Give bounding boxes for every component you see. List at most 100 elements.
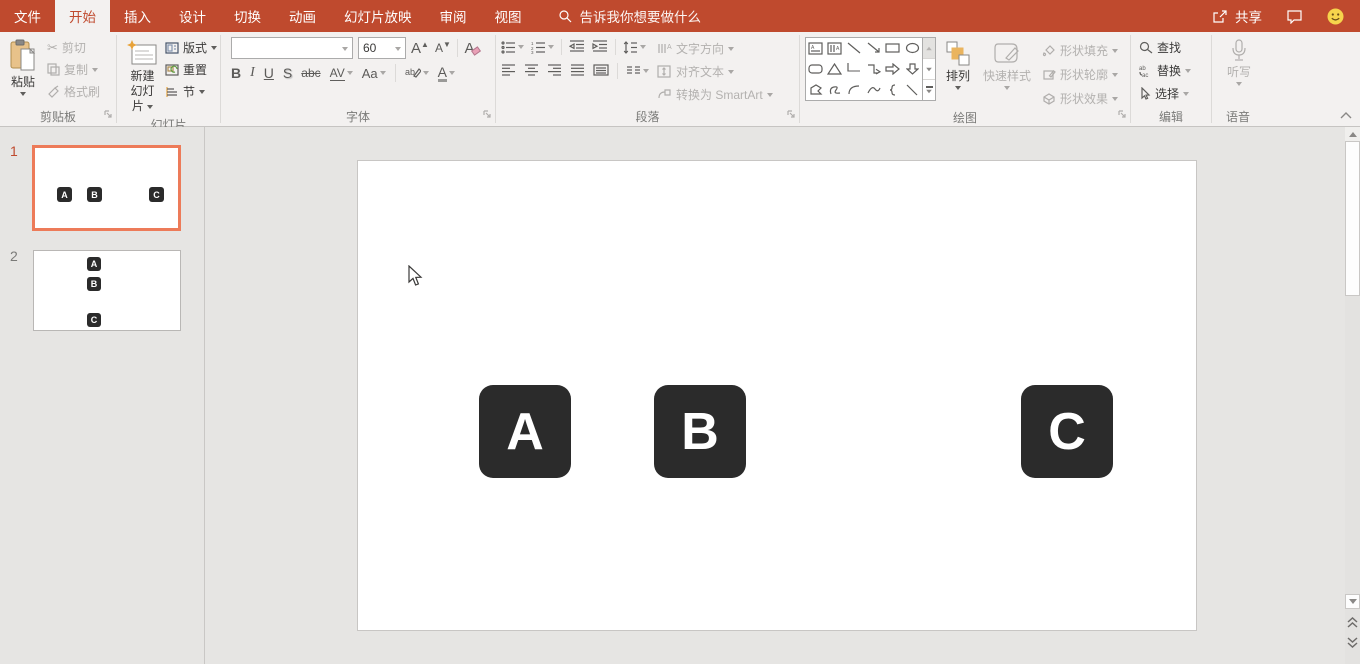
paragraph-dialog-launcher[interactable] (787, 108, 796, 122)
section-dropdown[interactable] (199, 90, 205, 94)
find-button[interactable]: 查找 (1139, 37, 1208, 58)
strikethrough-button[interactable]: abc (301, 66, 320, 80)
format-painter-button[interactable]: 格式刷 (47, 81, 100, 102)
layout-dropdown[interactable] (211, 46, 217, 50)
shape-outline-dropdown[interactable] (1112, 73, 1118, 77)
font-size-combobox[interactable]: 60 (358, 37, 406, 59)
tab-insert[interactable]: 插入 (110, 0, 165, 32)
shape-curve-icon[interactable] (864, 79, 883, 100)
shape-down-arrow-icon[interactable] (903, 59, 922, 80)
select-dropdown[interactable] (1183, 92, 1189, 96)
justify-button[interactable] (570, 64, 585, 79)
font-name-combobox[interactable] (231, 37, 353, 59)
tab-review[interactable]: 审阅 (426, 0, 481, 32)
shape-arc-icon[interactable] (845, 79, 864, 100)
convert-to-smartart-button[interactable]: 转换为 SmartArt (657, 84, 773, 105)
shape-rounded-rectangle-icon[interactable] (806, 59, 825, 80)
replace-dropdown[interactable] (1185, 69, 1191, 73)
shape-vertical-textbox-icon[interactable]: A (825, 38, 844, 59)
decrease-indent-button[interactable] (569, 40, 585, 55)
columns-button[interactable] (626, 65, 649, 77)
slide-canvas[interactable]: A B C (357, 160, 1197, 631)
tab-design[interactable]: 设计 (165, 0, 220, 32)
tab-home[interactable]: 开始 (55, 0, 110, 32)
canvas-shape-b[interactable]: B (654, 385, 746, 478)
collapse-ribbon-button[interactable] (1340, 108, 1352, 122)
drawing-dialog-launcher[interactable] (1118, 108, 1127, 122)
scrollbar-thumb[interactable] (1345, 141, 1360, 296)
align-center-button[interactable] (524, 64, 539, 79)
previous-slide-button[interactable] (1345, 615, 1360, 630)
clear-formatting-button[interactable]: A (463, 38, 481, 58)
shape-textbox-icon[interactable]: A (806, 38, 825, 59)
replace-button[interactable]: ab ac 替换 (1139, 60, 1208, 81)
cut-button[interactable]: ✂ 剪切 (47, 37, 100, 58)
tab-view[interactable]: 视图 (481, 0, 536, 32)
shape-gallery-more-button[interactable] (923, 79, 935, 100)
shape-triangle-icon[interactable] (825, 59, 844, 80)
shape-effects-dropdown[interactable] (1112, 97, 1118, 101)
align-text-dropdown[interactable] (728, 70, 734, 74)
distribute-text-button[interactable] (593, 64, 609, 79)
shape-outline-button[interactable]: 形状轮廓 (1042, 64, 1118, 85)
text-direction-dropdown[interactable] (728, 47, 734, 51)
comments-button[interactable] (1286, 9, 1303, 24)
arrange-button[interactable]: 排列 (942, 37, 974, 109)
slide-2-thumbnail[interactable]: A B C (33, 250, 181, 331)
shape-scribble-icon[interactable] (825, 79, 844, 100)
slide-1-thumbnail[interactable]: A B C (32, 145, 181, 231)
shape-fill-button[interactable]: 形状填充 (1042, 40, 1118, 61)
bold-button[interactable]: B (231, 65, 241, 81)
copy-dropdown[interactable] (92, 68, 98, 72)
italic-button[interactable]: I (250, 65, 255, 81)
paste-dropdown[interactable] (20, 92, 26, 96)
numbering-button[interactable]: 123 (531, 41, 554, 54)
shape-oval-icon[interactable] (903, 38, 922, 59)
clipboard-dialog-launcher[interactable] (104, 108, 113, 122)
align-left-button[interactable] (501, 64, 516, 79)
section-button[interactable]: 节 (165, 81, 217, 102)
tab-slideshow[interactable]: 幻灯片放映 (330, 0, 426, 32)
shape-fill-dropdown[interactable] (1112, 49, 1118, 53)
shape-freeform-icon[interactable] (806, 79, 825, 100)
shape-effects-button[interactable]: 形状效果 (1042, 88, 1118, 109)
align-text-button[interactable]: 对齐文本 (657, 61, 773, 82)
tab-animations[interactable]: 动画 (275, 0, 330, 32)
bullets-button[interactable] (501, 41, 524, 54)
feedback-smiley-button[interactable] (1327, 8, 1344, 25)
dictate-button[interactable]: 听写 (1224, 37, 1254, 106)
shape-rectangle-icon[interactable] (883, 38, 902, 59)
shape-elbow-arrow-icon[interactable] (864, 59, 883, 80)
panel-divider[interactable] (204, 127, 205, 664)
shape-gallery-up-button[interactable] (923, 38, 935, 58)
font-dialog-launcher[interactable] (483, 108, 492, 122)
new-slide-dropdown[interactable] (147, 105, 153, 109)
character-spacing-button[interactable]: AV (330, 66, 353, 81)
shape-line-icon[interactable] (845, 38, 864, 59)
text-direction-button[interactable]: A 文字方向 (657, 38, 773, 59)
increase-font-size-button[interactable]: A▲ (411, 38, 429, 58)
dictate-dropdown[interactable] (1236, 82, 1242, 86)
shape-elbow-connector-icon[interactable] (845, 59, 864, 80)
shape-brace-icon[interactable] (883, 79, 902, 100)
next-slide-button[interactable] (1345, 635, 1360, 650)
shape-arrow-icon[interactable] (864, 38, 883, 59)
reset-button[interactable]: 重置 (165, 59, 217, 80)
shape-gallery-down-button[interactable] (923, 58, 935, 79)
tab-file[interactable]: 文件 (0, 0, 55, 32)
smartart-dropdown[interactable] (767, 93, 773, 97)
canvas-shape-c[interactable]: C (1021, 385, 1113, 478)
quick-styles-button[interactable]: 快速样式 (980, 37, 1034, 109)
tab-transitions[interactable]: 切换 (220, 0, 275, 32)
align-right-button[interactable] (547, 64, 562, 79)
change-case-button[interactable]: Aa (362, 66, 386, 81)
layout-button[interactable]: 版式 (165, 37, 217, 58)
scroll-down-button[interactable] (1345, 594, 1360, 609)
underline-button[interactable]: U (264, 65, 274, 81)
shape-right-arrow-icon[interactable] (883, 59, 902, 80)
font-color-button[interactable]: A (438, 65, 455, 82)
decrease-font-size-button[interactable]: A▼ (434, 38, 452, 58)
canvas-shape-a[interactable]: A (479, 385, 571, 478)
arrange-dropdown[interactable] (955, 86, 961, 90)
shape-line2-icon[interactable] (903, 79, 922, 100)
